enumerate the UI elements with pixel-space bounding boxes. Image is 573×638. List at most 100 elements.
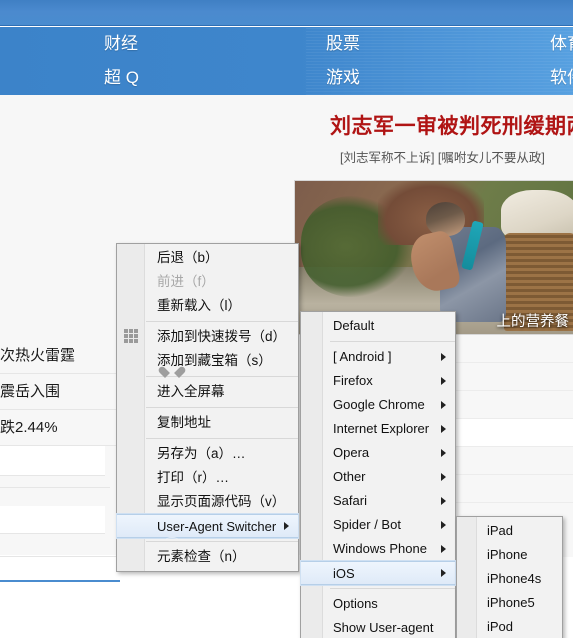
photo-caption: 上的营养餐	[496, 314, 570, 330]
menu-item-label: Spider / Bot	[333, 517, 401, 532]
nav-item-gupiao[interactable]: 股票	[326, 27, 360, 61]
menu-item-label: 重新载入（l）	[157, 298, 241, 313]
menu-item-label: Firefox	[333, 373, 373, 388]
menu-item-label: iPhone5	[487, 595, 535, 610]
menu-item-add-treasure-box[interactable]: 添加到藏宝箱（s）	[117, 349, 298, 373]
menu-item-spider-bot[interactable]: Spider / Bot	[301, 513, 455, 537]
nav-item-tiyu[interactable]: 体育	[550, 27, 573, 61]
menu-item-user-agent-switcher[interactable]: User-Agent Switcher	[116, 513, 299, 539]
menu-item-copy-address[interactable]: 复制地址	[117, 411, 298, 435]
chevron-right-icon	[441, 569, 446, 577]
menu-item-google-chrome[interactable]: Google Chrome	[301, 393, 455, 417]
article-subline[interactable]: [刘志军称不上诉] [嘱咐女儿不要从政]	[340, 147, 545, 166]
menu-item-label: 元素检查（n）	[157, 549, 246, 564]
divider	[0, 487, 110, 488]
browser-context-menu[interactable]: 后退（b） 前进（f） 重新载入（l） 添加到快速拨号（d） 添加到藏宝箱（s）…	[116, 243, 299, 572]
menu-item-internet-explorer[interactable]: Internet Explorer	[301, 417, 455, 441]
menu-item-iphone5[interactable]: iPhone5	[457, 591, 562, 615]
menu-item-label: iOS	[333, 566, 355, 581]
screen: 财经 股票 体育 超 Q 游戏 软件 刘志军一审被判死刑缓期两年 [刘志军称不上…	[0, 0, 573, 638]
site-nav-band: 财经 股票 体育 超 Q 游戏 软件	[0, 27, 573, 95]
list-item[interactable]: 跌2.44%	[0, 410, 120, 446]
list-item[interactable]: 震岳入围	[0, 374, 120, 410]
nav-item-youxi[interactable]: 游戏	[326, 61, 360, 95]
menu-item-label: Default	[333, 318, 375, 333]
menu-item-print[interactable]: 打印（r）…	[117, 466, 298, 490]
nav-item-ruanjian[interactable]: 软件	[550, 61, 573, 95]
user-agent-switcher-submenu[interactable]: Default [ Android ] Firefox Google Chrom…	[300, 311, 456, 638]
chevron-right-icon	[441, 401, 446, 409]
photo-person-head	[425, 202, 465, 237]
menu-separator	[330, 341, 455, 342]
menu-item-label: 添加到藏宝箱（s）	[157, 353, 272, 368]
menu-item-back[interactable]: 后退（b）	[117, 246, 298, 270]
menu-item-label: 进入全屏幕	[157, 384, 225, 399]
menu-item-label: Other	[333, 469, 366, 484]
list-item[interactable]: 次热火雷霆	[0, 338, 120, 374]
menu-item-label: 后退（b）	[157, 250, 219, 265]
panel-row	[455, 447, 573, 475]
nav-row-2: 超 Q 游戏 软件	[0, 61, 573, 95]
menu-item-label: Google Chrome	[333, 397, 425, 412]
menu-item-label: 添加到快速拨号（d）	[157, 329, 287, 344]
menu-separator	[146, 407, 298, 408]
panel-row	[455, 475, 573, 503]
menu-item-ipod[interactable]: iPod	[457, 615, 562, 638]
left-panel-white-b	[0, 506, 105, 534]
menu-item-safari[interactable]: Safari	[301, 489, 455, 513]
menu-item-label: 另存为（a）…	[157, 446, 246, 461]
menu-separator	[330, 588, 455, 589]
menu-item-label: 打印（r）…	[157, 470, 229, 485]
menu-item-iphone[interactable]: iPhone	[457, 543, 562, 567]
menu-item-label: iPad	[487, 523, 514, 538]
left-headline-list: 次热火雷霆 震岳入围 跌2.44%	[0, 338, 120, 446]
menu-item-reload[interactable]: 重新载入（l）	[117, 294, 298, 318]
chevron-right-icon	[441, 545, 446, 553]
menu-separator	[146, 438, 298, 439]
chevron-right-icon	[441, 497, 446, 505]
menu-item-firefox[interactable]: Firefox	[301, 369, 455, 393]
menu-item-fullscreen[interactable]: 进入全屏幕	[117, 380, 298, 404]
panel-row	[455, 419, 573, 447]
menu-item-default[interactable]: Default	[301, 314, 455, 338]
panel-row	[455, 335, 573, 363]
chevron-right-icon	[441, 377, 446, 385]
nav-row-1: 财经 股票 体育	[0, 27, 573, 61]
chevron-right-icon	[441, 473, 446, 481]
left-blue-rule	[0, 580, 120, 582]
menu-item-ios[interactable]: iOS	[300, 560, 456, 586]
menu-item-label: Opera	[333, 445, 370, 460]
chevron-right-icon	[441, 353, 446, 361]
menu-item-label: iPhone	[487, 547, 528, 562]
article-headline[interactable]: 刘志军一审被判死刑缓期两年	[330, 110, 573, 140]
menu-item-view-source[interactable]: 显示页面源代码（v）	[117, 490, 298, 514]
menu-item-windows-phone[interactable]: Windows Phone	[301, 537, 455, 561]
menu-item-options[interactable]: Options	[301, 592, 455, 616]
menu-item-forward: 前进（f）	[117, 270, 298, 294]
site-top-gradient-bar	[0, 0, 573, 26]
menu-item-label: iPod	[487, 619, 514, 634]
menu-item-android[interactable]: [ Android ]	[301, 345, 455, 369]
chevron-right-icon	[441, 449, 446, 457]
menu-item-label: Options	[333, 596, 378, 611]
nav-item-caijing[interactable]: 财经	[104, 27, 138, 61]
ios-device-submenu[interactable]: iPad iPhone iPhone4s iPhone5 iPod	[456, 516, 563, 638]
menu-item-add-speed-dial[interactable]: 添加到快速拨号（d）	[117, 325, 298, 349]
menu-item-other[interactable]: Other	[301, 465, 455, 489]
menu-item-show-user-agent[interactable]: Show User-agent	[301, 616, 455, 638]
chevron-right-icon	[441, 521, 446, 529]
menu-item-label: 复制地址	[157, 415, 211, 430]
menu-item-iphone4s[interactable]: iPhone4s	[457, 567, 562, 591]
menu-separator	[146, 321, 298, 322]
menu-item-save-as[interactable]: 另存为（a）…	[117, 442, 298, 466]
menu-item-label: 显示页面源代码（v）	[157, 494, 286, 509]
divider	[0, 556, 120, 557]
chevron-right-icon	[441, 425, 446, 433]
menu-item-label: 前进（f）	[157, 274, 215, 289]
nav-item-chaoq[interactable]: 超 Q	[104, 61, 139, 95]
menu-item-ipad[interactable]: iPad	[457, 519, 562, 543]
left-panel-white-a	[0, 446, 105, 476]
menu-item-opera[interactable]: Opera	[301, 441, 455, 465]
menu-item-label: iPhone4s	[487, 571, 542, 586]
menu-item-inspect-element[interactable]: 元素检查（n）	[117, 545, 298, 569]
